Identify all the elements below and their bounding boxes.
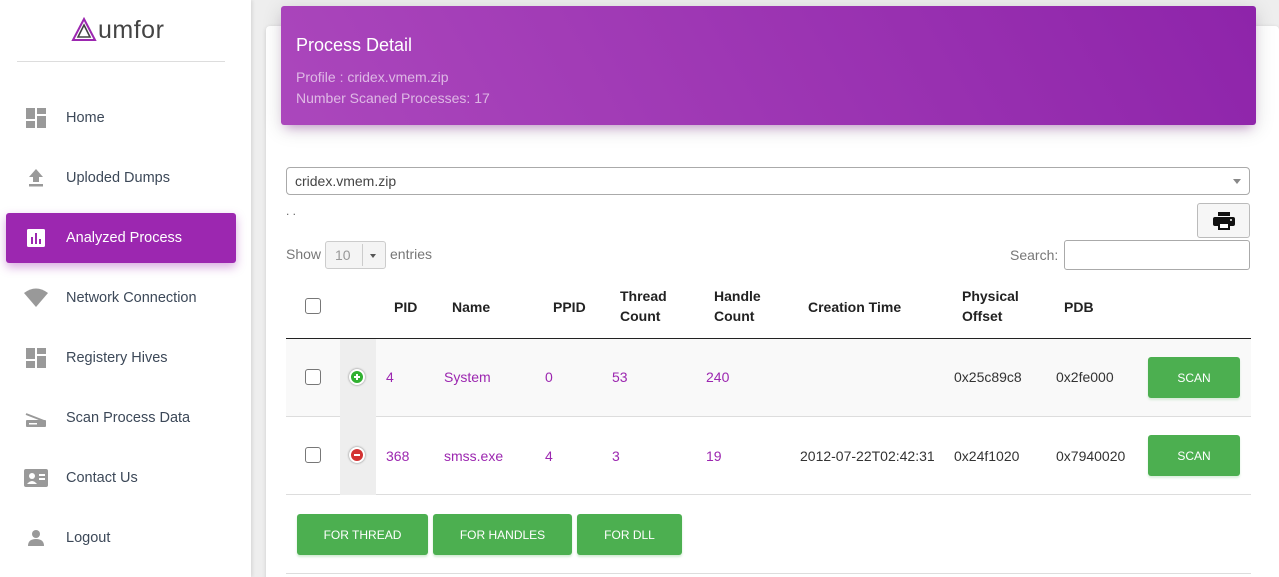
dump-select[interactable]: cridex.vmem.zip — [286, 167, 1250, 195]
column-header-line: Physical — [962, 288, 1019, 304]
card-header: Process Detail Profile : cridex.vmem.zip… — [281, 6, 1256, 125]
sidebar-item-label: Home — [66, 110, 105, 126]
column-header-name[interactable]: Name — [452, 297, 490, 317]
sidebar-item-uploaded-dumps[interactable]: Uploded Dumps — [6, 153, 236, 203]
cell-thread-count: 3 — [612, 448, 620, 464]
column-header-pid[interactable]: PID — [394, 297, 417, 317]
select-all-checkbox[interactable] — [305, 298, 321, 314]
cell-pid: 368 — [386, 448, 410, 464]
cell-handle-count: 19 — [706, 448, 722, 464]
cell-ppid: 0 — [545, 369, 553, 385]
print-button[interactable] — [1197, 203, 1250, 238]
printer-icon — [1212, 211, 1235, 230]
cell-pid: 4 — [386, 369, 394, 385]
sidebar-item-registery-hives[interactable]: Registery Hives — [6, 333, 236, 383]
row-checkbox[interactable] — [305, 447, 321, 463]
dump-select-value: cridex.vmem.zip — [295, 173, 397, 189]
scanner-icon — [24, 406, 48, 430]
cell-physical-offset: 0x25c89c8 — [954, 369, 1022, 385]
page-length-select[interactable]: 10 — [325, 241, 386, 269]
sidebar-item-label: Logout — [66, 530, 111, 546]
cell-thread-count: 53 — [612, 369, 628, 385]
for-handles-button[interactable]: FOR HANDLES — [433, 514, 572, 555]
column-header-line: Offset — [962, 308, 1003, 324]
chevron-down-icon — [1233, 179, 1241, 184]
row-checkbox[interactable] — [305, 369, 321, 385]
cell-name: System — [444, 369, 491, 385]
upload-icon — [24, 166, 48, 190]
column-header-pdb[interactable]: PDB — [1064, 297, 1094, 317]
logo-divider — [17, 61, 225, 62]
dashboard-icon — [24, 106, 48, 130]
sidebar-item-label: Uploded Dumps — [66, 170, 170, 186]
cell-pdb: 0x2fe000 — [1056, 369, 1114, 385]
sidebar-item-label: Network Connection — [66, 290, 197, 306]
for-dll-button[interactable]: FOR DLL — [577, 514, 682, 555]
logo-triangle-icon — [71, 17, 97, 41]
cell-physical-offset: 0x24f1020 — [954, 448, 1020, 464]
column-header-physical-offset[interactable]: Physical Offset — [962, 286, 1019, 326]
sidebar-item-label: Registery Hives — [66, 350, 168, 366]
column-header-thread-count[interactable]: Thread Count — [620, 286, 667, 326]
sidebar-item-logout[interactable]: Logout — [6, 513, 236, 563]
contact-card-icon — [24, 466, 48, 490]
for-thread-button[interactable]: FOR THREAD — [297, 514, 428, 555]
column-header-line: Count — [714, 308, 755, 324]
brand-name: umfor — [98, 15, 165, 44]
expand-plus-icon[interactable] — [349, 369, 365, 385]
sidebar-item-home[interactable]: Home — [6, 93, 236, 143]
column-header-handle-count[interactable]: Handle Count — [714, 286, 761, 326]
page-title: Process Detail — [296, 35, 413, 55]
sidebar: umfor Home Uploded Dumps Analyzed Proces… — [0, 0, 251, 577]
column-header-ppid[interactable]: PPID — [553, 297, 586, 317]
collapse-minus-icon[interactable] — [349, 447, 365, 463]
search-input[interactable] — [1064, 240, 1250, 270]
process-count-text: Number Scaned Processes: 17 — [296, 90, 490, 106]
wifi-icon — [24, 286, 48, 310]
chevron-down-icon — [370, 254, 376, 258]
person-icon — [24, 526, 48, 550]
column-header-line: Count — [620, 308, 661, 324]
sidebar-item-label: Contact Us — [66, 470, 138, 486]
sidebar-item-scan-process-data[interactable]: Scan Process Data — [6, 393, 236, 443]
entries-label: entries — [390, 246, 433, 262]
column-header-line: Thread — [620, 288, 667, 304]
cell-handle-count: 240 — [706, 369, 730, 385]
cell-name: smss.exe — [444, 448, 504, 464]
brand-logo[interactable]: umfor — [71, 14, 164, 46]
dots-text: . . — [286, 204, 297, 218]
page-length-value: 10 — [335, 247, 351, 263]
search-label: Search: — [1010, 247, 1059, 263]
select-divider — [362, 244, 363, 266]
cell-creation-time: 2012-07-22T02:42:31 — [800, 448, 935, 464]
sidebar-item-analyzed-process[interactable]: Analyzed Process — [6, 213, 236, 263]
sidebar-item-label: Scan Process Data — [66, 410, 191, 426]
sidebar-item-label: Analyzed Process — [66, 230, 183, 246]
show-label: Show — [286, 246, 322, 262]
cell-pdb: 0x7940020 — [1056, 448, 1126, 464]
profile-text: Profile : cridex.vmem.zip — [296, 69, 449, 85]
cell-ppid: 4 — [545, 448, 553, 464]
sidebar-item-network-connection[interactable]: Network Connection — [6, 273, 236, 323]
column-header-creation-time[interactable]: Creation Time — [808, 297, 901, 317]
bar-chart-icon — [24, 226, 48, 250]
row-divider — [286, 573, 1251, 574]
scan-button[interactable]: SCAN — [1148, 435, 1240, 476]
scan-button[interactable]: SCAN — [1148, 357, 1240, 398]
column-header-line: Handle — [714, 288, 761, 304]
dashboard-icon — [24, 346, 48, 370]
sidebar-item-contact-us[interactable]: Contact Us — [6, 453, 236, 503]
